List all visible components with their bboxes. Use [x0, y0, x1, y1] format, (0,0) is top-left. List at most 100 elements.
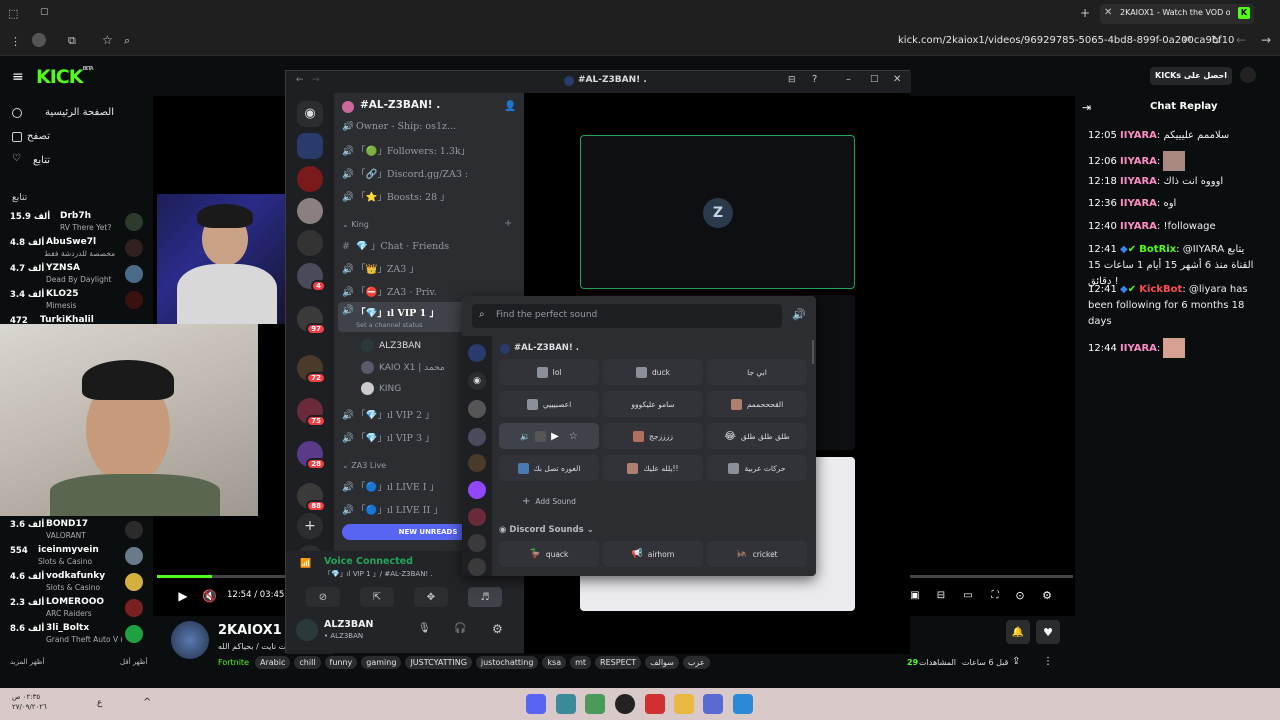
forward-icon[interactable]: ←: [1236, 33, 1246, 47]
show-less-link[interactable]: أظهر أقل: [120, 658, 147, 666]
voice-channel[interactable]: 🔊 「🟢」Followers: 1.3k」: [342, 143, 517, 157]
invite-icon[interactable]: 👤: [504, 101, 516, 112]
server-avatar[interactable]: [297, 166, 323, 192]
server-avatar[interactable]: 75: [297, 398, 326, 427]
voice-channel[interactable]: 🔊 「⭐」Boosts: 28 」: [342, 189, 517, 203]
tab-active[interactable]: ✕ 2KAIOX1 - Watch the VOD on Kick K: [1100, 4, 1254, 24]
user-avatar[interactable]: [296, 619, 318, 641]
tag[interactable]: mt: [570, 656, 592, 669]
nav-home[interactable]: الصفحة الرئيسية: [30, 107, 114, 118]
camera-off-icon[interactable]: ⊘: [306, 587, 340, 607]
app-taskbar-icon[interactable]: [556, 694, 576, 714]
play-icon[interactable]: ▶: [176, 589, 190, 603]
sound-button[interactable]: يلله عليك!!: [603, 455, 703, 481]
tag[interactable]: gaming: [361, 656, 402, 669]
tag[interactable]: justochatting: [475, 656, 539, 669]
server-avatar[interactable]: [297, 133, 323, 159]
nav-forward-icon[interactable]: →: [312, 75, 320, 85]
file-explorer-icon[interactable]: [674, 694, 694, 714]
taskbar-clock[interactable]: ٠٢:٣٥ ص ٢٧/٠٩/٢٠٢٦: [12, 692, 47, 712]
tray-chevron-icon[interactable]: ^: [143, 697, 151, 708]
user-settings-icon[interactable]: ⚙: [492, 622, 503, 636]
followed-channel[interactable]: 2.3 ألف LOMEROOO ARC Raiders: [10, 597, 150, 623]
discord-logo-icon[interactable]: ◉: [468, 372, 486, 390]
share-icon[interactable]: ⇪: [1012, 656, 1020, 667]
voice-tile-speaking[interactable]: Z: [580, 135, 855, 289]
theater-mode-icon[interactable]: ▣: [908, 589, 922, 603]
channel-avatar[interactable]: [171, 621, 209, 659]
back-icon[interactable]: →: [1261, 33, 1271, 47]
channel-name[interactable]: 2KAIOX1: [218, 623, 282, 638]
followed-channel[interactable]: 4.7 ألف YZNSA Dead By Daylight: [10, 263, 150, 289]
maximize-icon[interactable]: □: [870, 74, 879, 84]
follow-heart-icon[interactable]: ♥: [1036, 620, 1060, 644]
server-avatar[interactable]: 72: [297, 355, 326, 384]
voice-user[interactable]: KING: [361, 382, 401, 395]
twitch-icon[interactable]: [468, 481, 486, 499]
site-settings-icon[interactable]: ⇌: [1183, 34, 1191, 45]
store-taskbar-icon[interactable]: [733, 694, 753, 714]
sound-button[interactable]: 😂 طلق طلق طلق: [707, 423, 807, 449]
obs-taskbar-icon[interactable]: [615, 694, 635, 714]
server-avatar[interactable]: 4: [297, 263, 326, 292]
server-avatar[interactable]: 88: [297, 483, 326, 512]
mute-icon[interactable]: 🔇: [202, 589, 217, 603]
sound-play-icon[interactable]: ▶: [551, 431, 559, 442]
sound-button[interactable]: سامو عليكووو: [603, 391, 703, 417]
server-name[interactable]: #AL-Z3BAN! .: [360, 99, 440, 111]
new-tab-icon[interactable]: +: [1080, 6, 1090, 20]
settings-gear-icon[interactable]: ⚙: [1040, 589, 1054, 603]
voice-channel-path[interactable]: 「💎」ıl VIP 1 」/ #AL-Z3BAN! .: [324, 569, 433, 579]
sound-button[interactable]: duck: [603, 359, 703, 385]
followed-channel[interactable]: 15.9 ألف Drb7h RV There Yet?: [10, 211, 150, 237]
discord-taskbar-icon[interactable]: [526, 694, 546, 714]
show-more-link[interactable]: أظهر المزيد: [10, 658, 44, 666]
more-options-icon[interactable]: ⋮: [1043, 656, 1053, 667]
tag[interactable]: chill: [294, 656, 321, 669]
sound-button[interactable]: 📢 airhorn: [603, 541, 703, 567]
category-live[interactable]: ⌄ ZA3 Live: [342, 461, 386, 470]
clip-icon[interactable]: ⊟: [934, 589, 948, 603]
sound-volume-icon[interactable]: 🔉: [520, 432, 530, 441]
add-server-icon[interactable]: +: [297, 513, 323, 539]
profile-avatar[interactable]: [32, 33, 46, 47]
server-avatar[interactable]: [468, 558, 486, 576]
voice-user[interactable]: ALZ3BAN: [361, 339, 421, 352]
tag[interactable]: Arabic: [255, 656, 291, 669]
soundboard-icon[interactable]: ♬: [468, 587, 502, 607]
extensions-icon[interactable]: ⧉: [68, 34, 76, 48]
collapse-chat-icon[interactable]: ⇥: [1082, 101, 1091, 114]
server-avatar[interactable]: [468, 508, 486, 526]
tag[interactable]: RESPECT: [595, 656, 642, 669]
tag[interactable]: ksa: [542, 656, 567, 669]
chrome-taskbar-icon[interactable]: [585, 694, 605, 714]
headphones-icon[interactable]: 🎧: [454, 623, 466, 634]
server-avatar[interactable]: [468, 534, 486, 552]
favorite-star-icon[interactable]: ☆: [569, 431, 578, 442]
tag[interactable]: funny: [324, 656, 358, 669]
bookmark-star-icon[interactable]: ☆: [102, 33, 113, 47]
server-avatar[interactable]: 97: [297, 306, 326, 335]
followed-channel[interactable]: 3.4 ألف KLO25 Mimesis: [10, 289, 150, 315]
server-avatar[interactable]: 28: [297, 441, 326, 470]
close-icon[interactable]: ✕: [893, 74, 901, 85]
reload-icon[interactable]: ↻: [1211, 33, 1221, 47]
language-indicator[interactable]: ع: [97, 698, 102, 708]
server-avatar[interactable]: [468, 454, 486, 472]
sound-button[interactable]: ابي جا: [707, 359, 807, 385]
sound-button[interactable]: حركات عربية: [707, 455, 807, 481]
voice-channel[interactable]: 🔊 Owner - Ship: os1z...: [342, 121, 517, 133]
fullscreen-icon[interactable]: ⛶: [988, 589, 1002, 603]
tag[interactable]: JUSTCYATTING: [405, 656, 472, 669]
discord-home-icon[interactable]: ◉: [297, 101, 323, 127]
scrollbar[interactable]: [812, 340, 814, 364]
get-kicks-button[interactable]: احصل على KICKs: [1150, 67, 1232, 85]
followed-channel[interactable]: 8.6 ألف3li_BoltxGrand Theft Auto V (GTA)…: [10, 623, 150, 649]
sound-button[interactable]: 🦗 cricket: [707, 541, 807, 567]
sound-button[interactable]: lol: [499, 359, 599, 385]
sound-section-server[interactable]: #AL-Z3BAN! .: [514, 343, 579, 353]
sound-button[interactable]: العوره تصل بك: [499, 455, 599, 481]
server-avatar[interactable]: [468, 428, 486, 446]
app-taskbar-icon[interactable]: [645, 694, 665, 714]
add-sound-button[interactable]: + Add Sound: [514, 488, 584, 514]
